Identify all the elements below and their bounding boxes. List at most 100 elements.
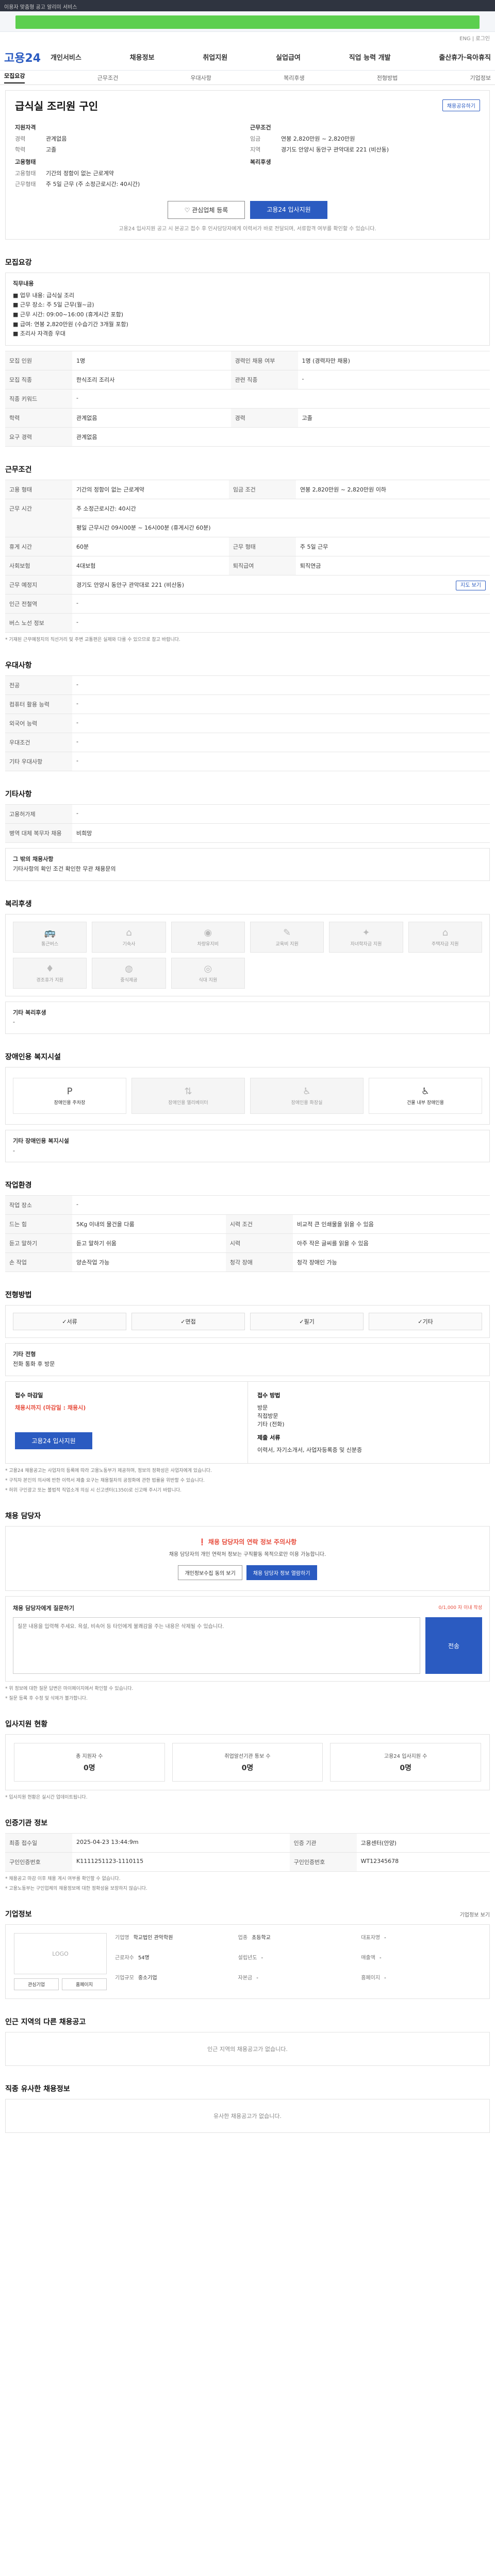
table-row: 평일 근무시간 09시00분 ~ 16시00분 (휴게시간 60분) xyxy=(5,518,490,537)
tab-selection[interactable]: 전형방법 xyxy=(377,74,398,82)
privacy-consent-button[interactable]: 개인정보수집 동의 보기 xyxy=(178,1565,242,1581)
benefits-other-box: 기타 복리후생 - xyxy=(5,1001,490,1034)
duty-line: ■ 근무 시간: 09:00~16:00 (휴게시간 포함) xyxy=(13,311,123,318)
check-icon: ✓ xyxy=(180,1318,186,1325)
house-icon: ⌂ xyxy=(442,927,449,938)
similar-section-title: 직종 유사한 채용정보 xyxy=(5,2085,70,2094)
table-row: 드는 힘 5Kg 이내의 물건을 다룸 시력 조건 비교적 큰 인쇄물을 읽을 수 있… xyxy=(5,1214,490,1234)
duty-line: ■ 급여: 연봉 2,820만원 (수습기간 3개월 포함) xyxy=(13,320,128,328)
benefit-item: ⌂ 기숙사 xyxy=(92,921,166,953)
conditions-footnote: * 기재된 근무예정지의 직선거리 및 주변 교통편은 실제와 다를 수 있으므… xyxy=(5,637,180,643)
tab-preference[interactable]: 우대사항 xyxy=(190,74,211,82)
car-icon: ◉ xyxy=(204,927,212,938)
nav-item[interactable]: 취업지원 xyxy=(203,52,227,62)
dormitory-icon: ⌂ xyxy=(126,927,132,938)
table-row: 최종 접수일 2025-04-23 13:44:9m 인증 기관 고용센터(안양) xyxy=(5,1833,490,1853)
education-icon: ✎ xyxy=(283,927,291,938)
table-row: 작업 장소 - xyxy=(5,1195,490,1215)
apply-button-bottom[interactable]: 고용24 입사지원 xyxy=(15,1432,92,1449)
contact-section-title: 채용 담당자 xyxy=(5,1512,41,1520)
inquiry-textarea[interactable] xyxy=(13,1617,420,1674)
tab-benefits[interactable]: 복리후생 xyxy=(284,74,304,82)
nav-item[interactable]: 실업급여 xyxy=(276,52,301,62)
send-button[interactable]: 전송 xyxy=(425,1617,482,1674)
main-nav: 개인서비스 채용정보 취업지원 실업급여 직업 능력 개발 출산휴가·육아휴직 xyxy=(51,52,491,62)
selection-section-title: 전형방법 xyxy=(5,1291,32,1300)
event-icon: ♦ xyxy=(45,963,54,974)
table-row: 모집 직종 한식조리 조리사 관련 직종 - xyxy=(5,370,490,389)
map-button[interactable]: 지도 보기 xyxy=(456,581,486,591)
apply-info-box: 접수 마감일 채용시까지 (마감일 : 채용시) 고용24 입사지원 접수 방법… xyxy=(5,1381,490,1464)
top-utility-bar: 이용자 맞춤형 공고 알리미 서비스 xyxy=(0,0,495,11)
employ-heading: 고용형태 xyxy=(15,159,36,165)
table-row: 외국어 능력 - xyxy=(5,714,490,733)
restroom-icon: ♿ xyxy=(302,1086,311,1097)
workenv-section-title: 작업환경 xyxy=(5,1181,32,1190)
table-row: 손 작업 양손작업 가능 청각 장애 청각 장애인 가능 xyxy=(5,1252,490,1273)
benefit-item: 🚌 통근버스 xyxy=(13,921,87,953)
method-interview: ✓ 면접 xyxy=(131,1313,245,1331)
table-row: 듣고 말하기 듣고 말하기 쉬움 시력 아주 작은 글씨를 읽을 수 있음 xyxy=(5,1233,490,1253)
wheelchair-icon: ♿ xyxy=(421,1086,430,1097)
table-row: 휴게 시간 60분 근무 형태 주 5일 근무 xyxy=(5,537,490,556)
table-row: 근무 예정지 경기도 안양시 동안구 관악대로 221 (비산동) 지도 보기 xyxy=(5,575,490,595)
heart-icon: ♡ xyxy=(184,207,192,214)
interest-company-button[interactable]: ♡ 관심업체 등록 xyxy=(168,201,245,219)
duty-line: ■ 업무 내용: 급식실 조리 xyxy=(13,292,75,299)
promo-banner[interactable] xyxy=(0,11,495,32)
stat-total: 총 지원자 수 0명 xyxy=(14,1743,165,1782)
table-row: 고용 형태 기간의 정함이 없는 근로계약 임금 조건 연봉 2,820만원 ~ 2,… xyxy=(5,480,490,499)
tab-company[interactable]: 기업정보 xyxy=(470,74,491,82)
tab-recruit[interactable]: 모집요강 xyxy=(4,72,25,83)
elevator-icon: ⇅ xyxy=(184,1086,192,1097)
homepage-button[interactable]: 홈페이지 xyxy=(62,1978,107,1991)
benefit-item: ✎ 교육비 지원 xyxy=(250,921,324,953)
apply-button[interactable]: 고용24 입사지원 xyxy=(250,201,327,219)
job-summary-card: 급식실 조리원 구인 채용공유하기 지원자격 경력 관계없음 학력 고졸 고용형태 … xyxy=(5,90,490,240)
preference-section-title: 우대사항 xyxy=(5,662,32,670)
nav-item[interactable]: 직업 능력 개발 xyxy=(349,52,391,62)
benefit-item: ◍ 중식제공 xyxy=(92,957,166,989)
interest-company-small-button[interactable]: 관심기업 xyxy=(14,1978,59,1991)
stat-online: 고용24 입사지원 수 0명 xyxy=(330,1743,481,1782)
nav-item[interactable]: 개인서비스 xyxy=(51,52,81,62)
benefits-box: 🚌 통근버스 ⌂ 기숙사 ◉ 차량유지비 ✎ 교육비 지원 ✦ 자녀학자금 지원 ⌂ 주택자… xyxy=(5,913,490,996)
bus-icon: 🚌 xyxy=(44,927,56,938)
lang-login-links[interactable]: ENG | 로그인 xyxy=(0,32,495,44)
disability-other-box: 기타 장애인용 복지시설 - xyxy=(5,1129,490,1163)
table-row: 인근 전철역 - xyxy=(5,594,490,614)
benefit-item: ♦ 경조휴가 지원 xyxy=(13,957,87,989)
view-contact-button[interactable]: 채용 담당자 정보 열람하기 xyxy=(246,1565,317,1581)
nav-item[interactable]: 채용정보 xyxy=(130,52,155,62)
parking-icon: P xyxy=(67,1086,73,1097)
selection-etc-box: 기타 전형 전화 통화 후 방문 xyxy=(5,1343,490,1376)
table-row: 고용허가제 - xyxy=(5,804,490,824)
similar-empty: 유사한 채용공고가 없습니다. xyxy=(5,2099,490,2133)
disability-box: P 장애인용 주차장 ⇅ 장애인용 엘리베이터 ♿ 장애인용 화장실 ♿ 건물 내부 장… xyxy=(5,1066,490,1125)
duty-box: 직무내용 ■ 업무 내용: 급식실 조리 ■ 근무 장소: 주 5일 근무(월~… xyxy=(5,273,490,346)
benefits-section-title: 복리후생 xyxy=(5,900,32,908)
method-etc: ✓ 기타 xyxy=(369,1313,482,1331)
company-box: LOGO 관심기업 홈페이지 기업명 학교법인 관악학원 업종 초등학교 대표자명 -… xyxy=(5,1924,490,1999)
check-icon: ✓ xyxy=(299,1318,304,1325)
check-icon: ✓ xyxy=(418,1318,423,1325)
company-more-link[interactable]: 기업정보 보기 xyxy=(460,1910,490,1918)
job-title: 급식실 조리원 구인 xyxy=(15,100,98,112)
duty-line: ■ 조리사 자격증 우대 xyxy=(13,330,65,337)
promo-banner-green[interactable] xyxy=(15,15,480,29)
alert-icon: ❗ xyxy=(198,1538,208,1546)
benefit-item: ◉ 차량유지비 xyxy=(171,921,245,953)
share-button[interactable]: 채용공유하기 xyxy=(442,99,480,111)
disability-item: ♿ 장애인용 화장실 xyxy=(250,1077,364,1114)
benefit-heading: 복리후생 xyxy=(250,159,271,165)
deadline-value: 채용시까지 (마감일 : 채용시) xyxy=(15,1404,86,1411)
tab-conditions[interactable]: 근무조건 xyxy=(97,74,118,82)
company-logo: LOGO xyxy=(14,1933,107,1975)
disability-item: ⇅ 장애인용 엘리베이터 xyxy=(131,1077,245,1114)
stats-section-title: 입사지원 현황 xyxy=(5,1720,48,1729)
scholarship-icon: ✦ xyxy=(362,927,370,938)
site-logo[interactable]: 고용24 xyxy=(4,49,51,65)
other-table: 고용허가제 - 병역 대체 복무자 채용 비희망 xyxy=(5,804,490,843)
other-section-title: 기타사항 xyxy=(5,790,32,799)
nav-item[interactable]: 출산휴가·육아휴직 xyxy=(439,52,491,62)
